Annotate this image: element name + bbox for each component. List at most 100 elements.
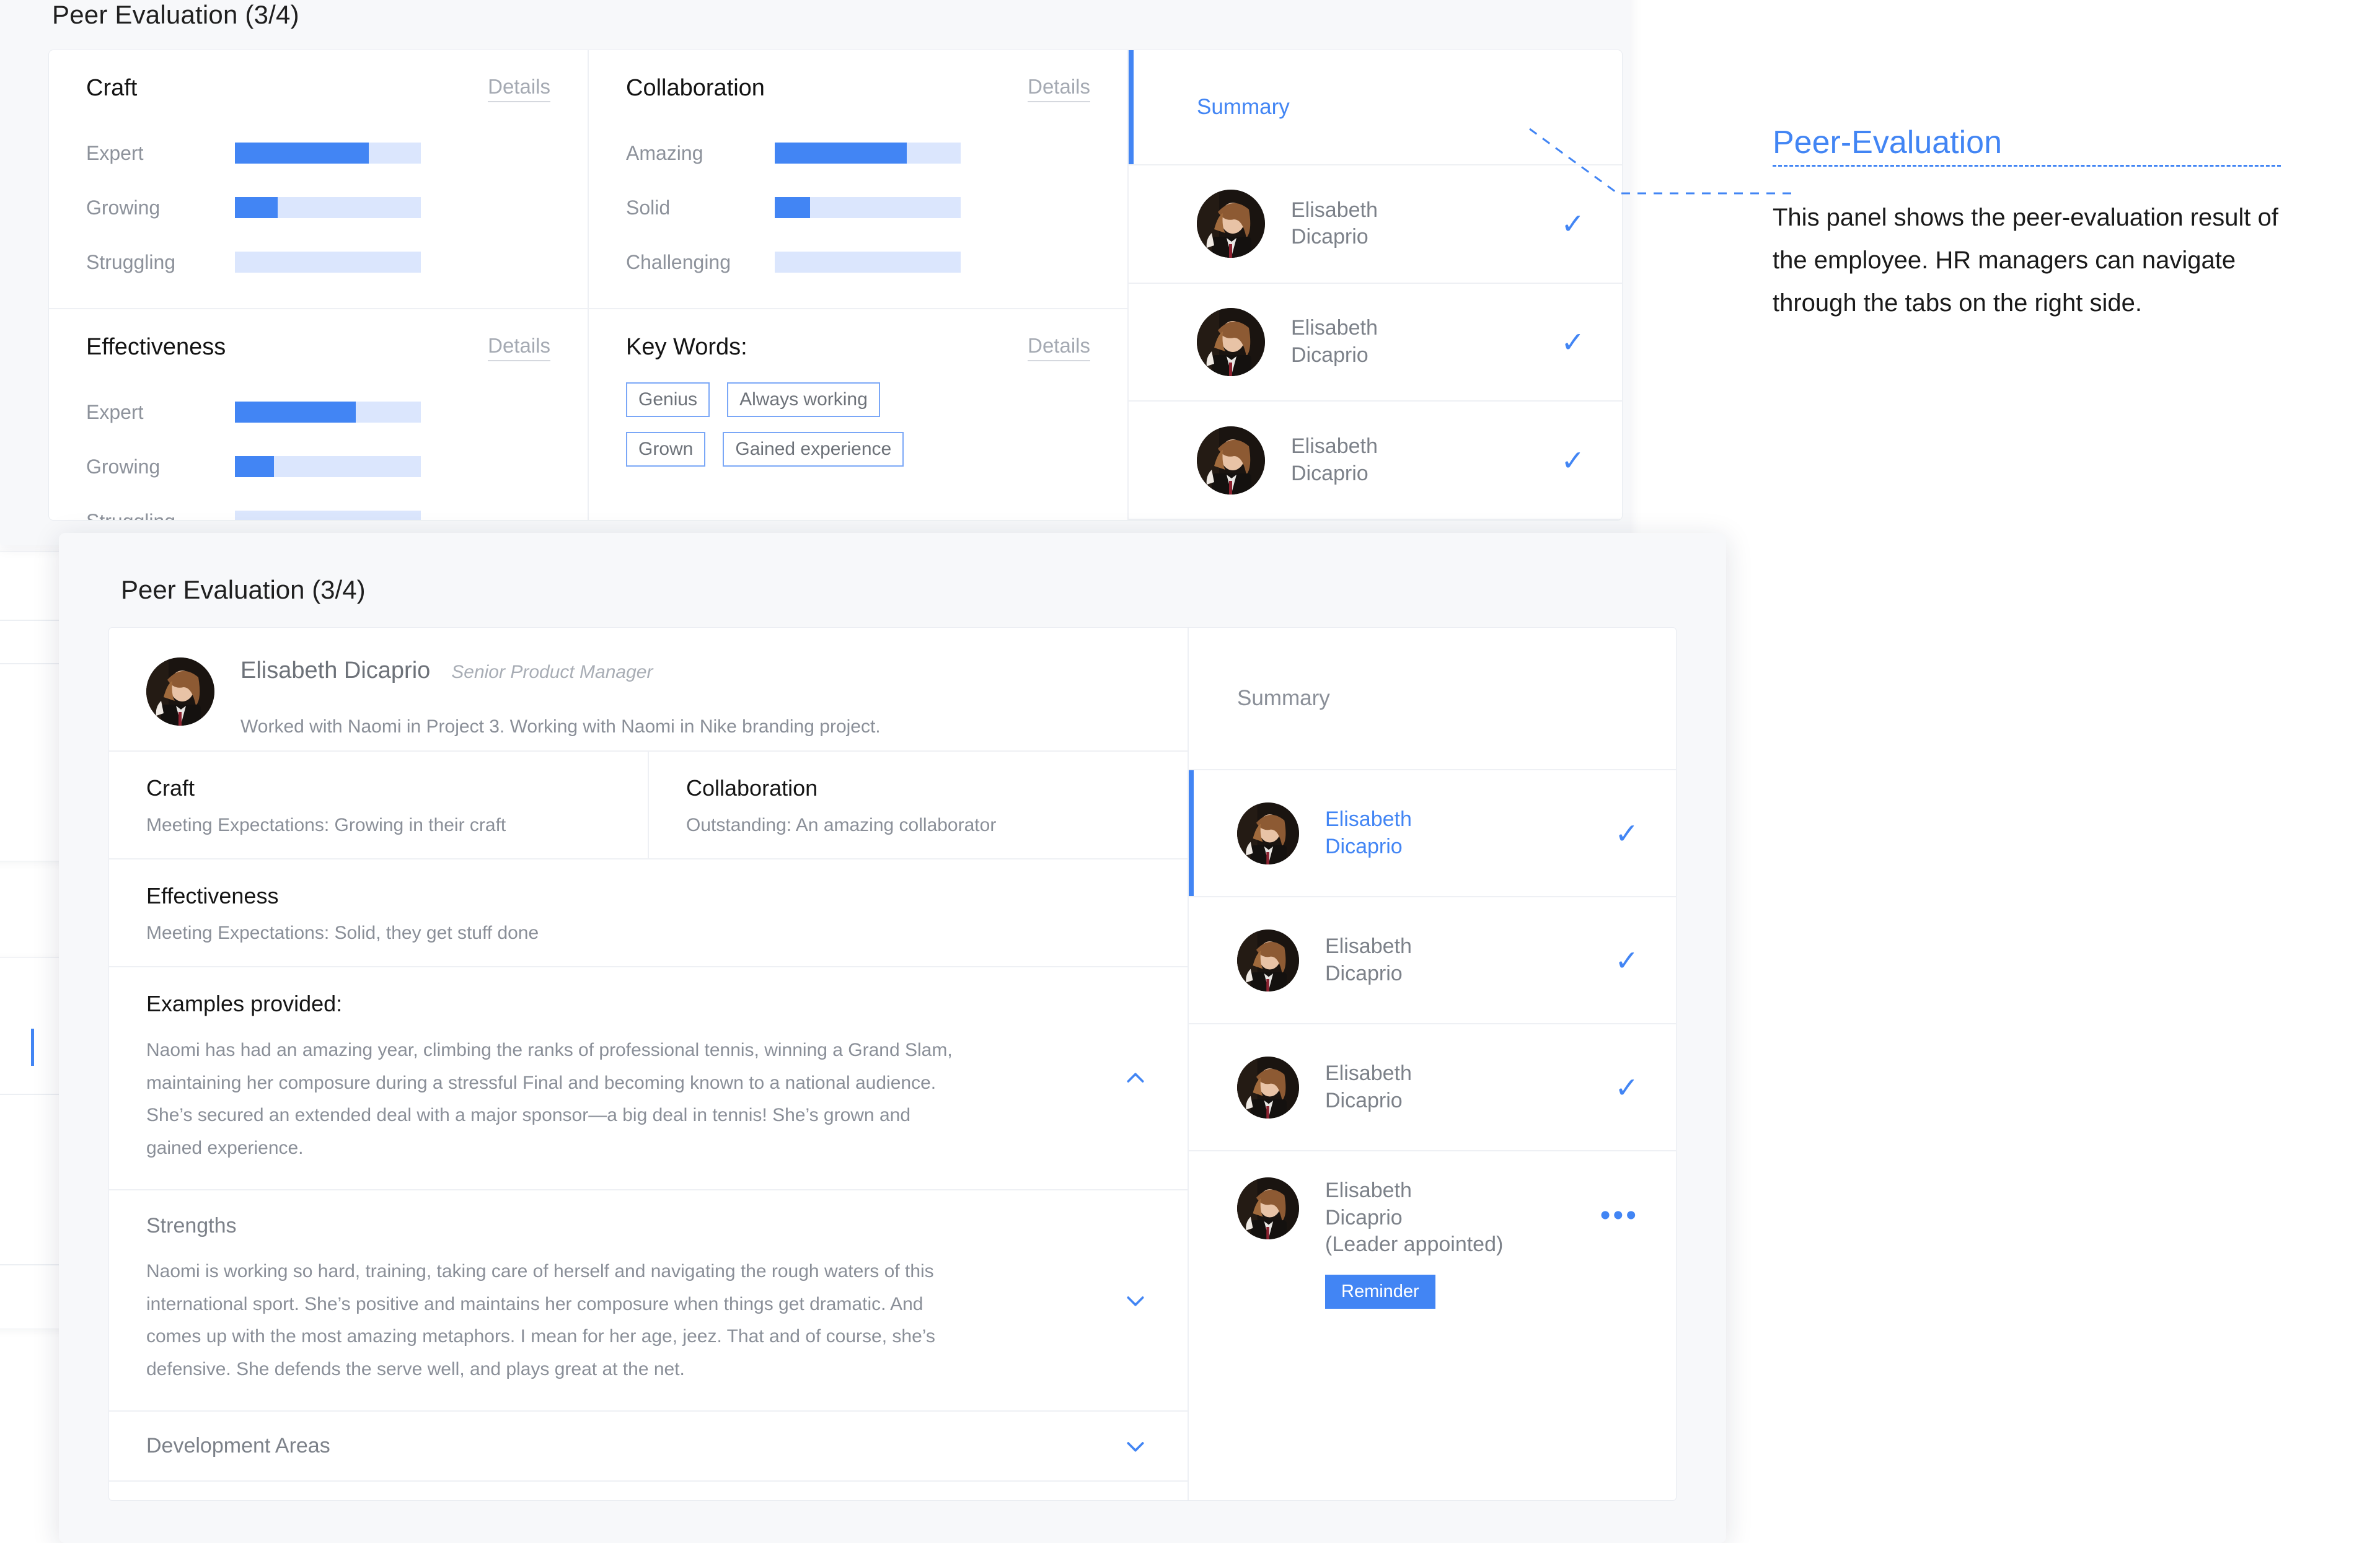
metric-header: Craft Details [86,75,550,102]
page-title: Peer Evaluation (3/4) [52,0,299,29]
bar-label: Expert [86,400,144,423]
bar-track [235,511,421,520]
keyword-chip[interactable]: Genius [626,382,710,417]
avatar [1237,802,1299,864]
bar-label: Growing [86,196,161,219]
annotation-callout: Peer-Evaluation This panel shows the pee… [1773,124,2318,324]
keyword-chip[interactable]: Always working [727,382,880,417]
bar-track [235,402,421,423]
metric-bar-row: Struggling [86,494,550,521]
person-line-2: Dicaprio [1325,1088,1403,1112]
summary-person-row[interactable]: Elisabeth Dicaprio ✓ [1189,1024,1676,1151]
reviewer-details: Elisabeth Dicaprio Senior Product Manage… [240,657,1150,737]
keyword-chips: Genius Always working Grown Gained exper… [626,382,1090,467]
metric-title: Effectiveness [86,334,226,360]
rating-row-top: Craft Meeting Expectations: Growing in t… [109,752,1188,859]
metrics-row-1: Craft Details Expert Growing Struggling … [49,50,1127,308]
person-line-2: Dicaprio [1291,343,1368,367]
rating-title: Collaboration [686,775,818,801]
chevron-down-icon[interactable] [1123,1288,1148,1313]
reminder-button[interactable]: Reminder [1325,1274,1435,1309]
overview-panel: Craft Details Expert Growing Struggling … [48,50,1623,521]
rating-row-bottom: Effectiveness Meeting Expectations: Soli… [109,859,1188,967]
person-line-2: Dicaprio [1325,834,1403,858]
summary-person-row[interactable]: Elisabeth Dicaprio ✓ [1129,402,1622,520]
summary-person-name: Elisabeth Dicaprio [1291,315,1561,369]
annotation-body: This panel shows the peer-evaluation res… [1773,204,2279,317]
check-icon: ✓ [1615,944,1639,977]
bar-track [775,197,961,218]
section-development-areas[interactable]: Development Areas [109,1412,1188,1482]
screenshot-root: Peer Evaluation (3/4) Craft Details Expe… [0,0,2380,1543]
details-link-effectiveness[interactable]: Details [488,334,550,361]
summary-person-row-active[interactable]: Elisabeth Dicaprio ✓ [1189,770,1676,897]
person-line-1: Elisabeth [1325,807,1412,831]
summary-column: Summary Elisabeth Dicaprio ✓ Elisabeth D… [1127,50,1622,520]
keyword-chip-row: Genius Always working [626,382,1090,417]
bar-label: Solid [626,196,671,219]
summary-person-text: Elisabeth Dicaprio [1325,933,1615,987]
metric-bar-row: Growing [86,439,550,494]
details-link-craft[interactable]: Details [488,75,550,102]
bar-fill [235,197,278,218]
metrics-row-2: Effectiveness Details Expert Growing Key… [49,308,1127,521]
metric-bars: Expert Growing Struggling [86,385,550,521]
keyword-chip[interactable]: Grown [626,432,706,467]
bar-fill [235,402,356,423]
summary-person-name: Elisabeth Dicaprio [1325,933,1615,987]
summary-person-name: Elisabeth Dicaprio [1291,197,1561,251]
metric-card-craft: Craft Details Expert Growing Struggling [49,50,588,308]
bar-label: Struggling [86,510,235,521]
person-line-1: Elisabeth [1291,198,1378,222]
details-link-keywords[interactable]: Details [1028,334,1090,361]
metrics-area: Craft Details Expert Growing Struggling … [49,50,1127,520]
person-line-2: Dicaprio [1291,225,1368,249]
metric-title: Collaboration [626,75,765,101]
detail-summary-column: Summary Elisabeth Dicaprio ✓ Elisabeth D… [1188,628,1676,1500]
detail-panel: Elisabeth Dicaprio Senior Product Manage… [108,627,1677,1501]
avatar [1197,190,1265,258]
summary-person-row[interactable]: Elisabeth Dicaprio ✓ [1189,897,1676,1024]
more-options-icon[interactable]: ••• [1600,1201,1639,1231]
summary-label: Summary [1197,95,1290,119]
chevron-up-icon[interactable] [1123,1066,1148,1091]
section-final-thoughts[interactable]: Final Thoughts [109,1482,1188,1500]
summary-person-name: Elisabeth Dicaprio (Leader appointed) [1325,1177,1600,1259]
metric-card-keywords: Key Words: Details Genius Always working… [588,309,1127,520]
summary-person-row[interactable]: Elisabeth Dicaprio ✓ [1129,284,1622,402]
summary-tab-header[interactable]: Summary [1189,628,1676,770]
metric-title: Craft [86,75,138,101]
summary-person-row-leader[interactable]: Elisabeth Dicaprio (Leader appointed) Re… [1189,1151,1676,1337]
keyword-chip[interactable]: Gained experience [723,432,904,467]
chevron-down-icon[interactable] [1123,1434,1148,1459]
metric-header: Key Words: Details [626,334,1090,361]
avatar [146,657,214,726]
summary-label: Summary [1237,686,1330,710]
bar-track [775,252,961,273]
bar-track [235,456,421,477]
section-title: Examples provided: [146,991,343,1016]
reviewer-role: Senior Product Manager [451,662,653,682]
metric-bar-row: Amazing [626,126,1090,180]
metric-bar-row: Challenging [626,235,1090,289]
section-body: Naomi is working so hard, training, taki… [146,1261,935,1379]
person-line-2: Dicaprio [1291,461,1368,485]
check-icon: ✓ [1615,817,1639,850]
check-icon: ✓ [1561,208,1585,240]
avatar [1237,1056,1299,1119]
details-link-collaboration[interactable]: Details [1028,75,1090,102]
rating-value: Meeting Expectations: Growing in their c… [146,815,506,835]
metric-bar-row: Expert [86,385,550,439]
metric-header: Collaboration Details [626,75,1090,102]
person-line-3: (Leader appointed) [1325,1233,1504,1257]
bar-track [775,143,961,164]
metric-header: Effectiveness Details [86,334,550,361]
bar-label: Challenging [626,250,731,273]
reviewer-name: Elisabeth Dicaprio [240,657,431,684]
peer-evaluation-detail-card: Peer Evaluation (3/4) Elisabeth Dicaprio… [59,533,1726,1543]
bar-fill [775,197,810,218]
section-examples-provided[interactable]: Examples provided: Naomi has had an amaz… [109,967,1188,1190]
avatar [1197,308,1265,376]
check-icon: ✓ [1615,1071,1639,1104]
section-strengths[interactable]: Strengths Naomi is working so hard, trai… [109,1190,1188,1412]
